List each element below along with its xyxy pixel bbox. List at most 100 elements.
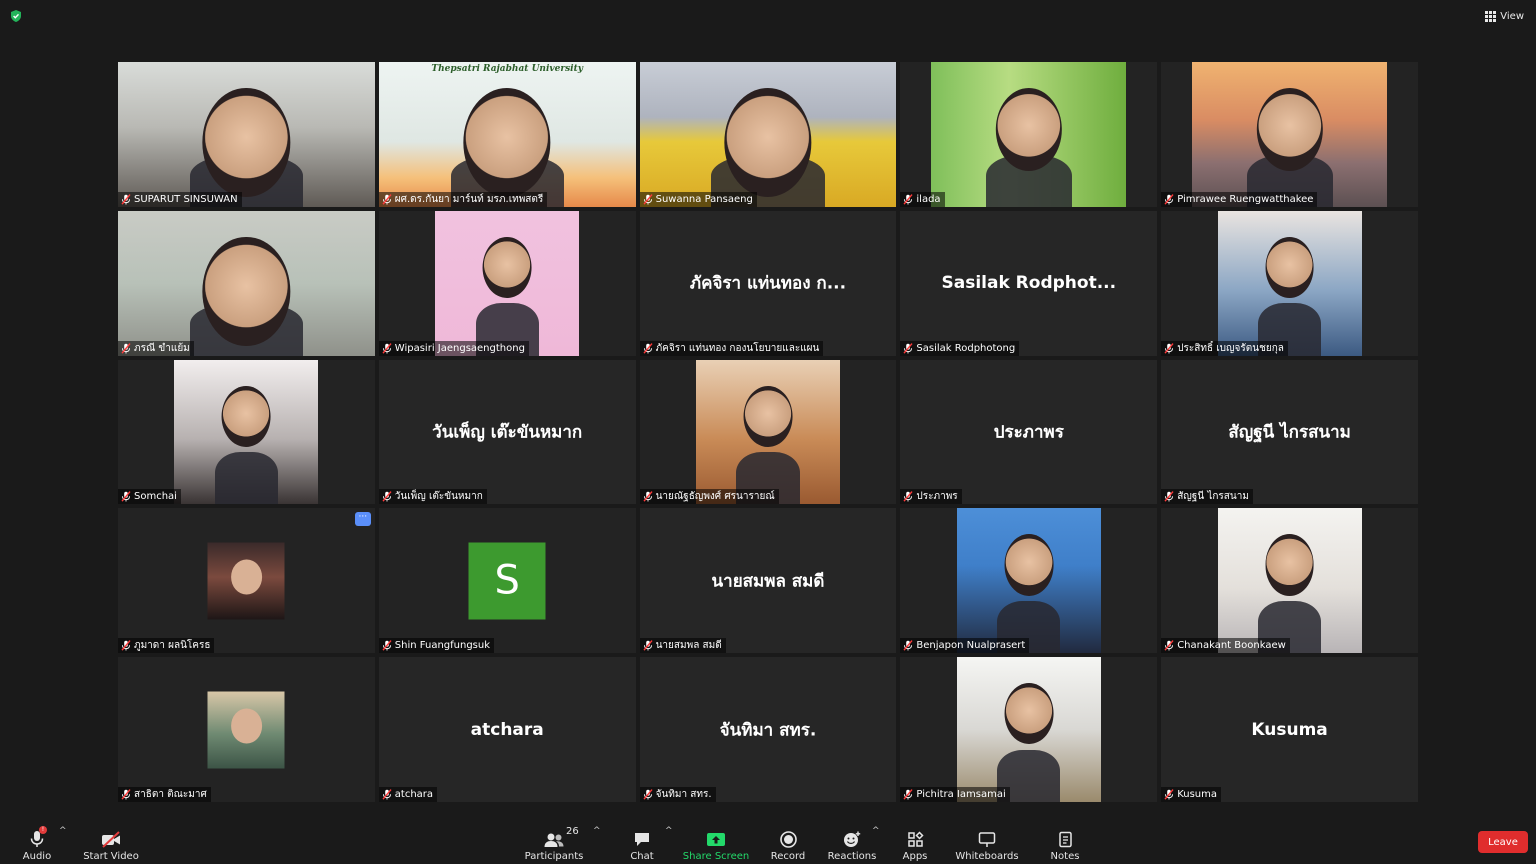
- participant-display-name: Sasilak Rodphot...: [941, 273, 1117, 294]
- participant-tile[interactable]: สัญฐนี ไกรสนาม สัญฐนี ไกรสนาม: [1161, 359, 1418, 505]
- muted-mic-icon: [1164, 640, 1174, 651]
- share-screen-button[interactable]: Share Screen: [683, 824, 749, 862]
- participant-display-name: จันทิมา สทร.: [719, 720, 817, 741]
- profile-face: [230, 708, 262, 744]
- muted-mic-icon: [643, 640, 653, 651]
- reactions-button[interactable]: Reactions: [828, 824, 876, 862]
- participant-tile[interactable]: ภรณี ขำแย้ม: [118, 210, 375, 356]
- participant-tile[interactable]: Pichitra Iamsamai: [900, 657, 1158, 802]
- participant-name-tag: SUPARUT SINSUWAN: [118, 191, 242, 207]
- tile-more-options-button[interactable]: ···: [354, 512, 371, 527]
- whiteboards-label: Whiteboards: [955, 851, 1019, 862]
- apps-button[interactable]: Apps: [900, 824, 930, 862]
- participant-name-tag: นายณัฐธัญพงศ์ ศรนารายณ์: [639, 489, 779, 505]
- participant-video: [956, 508, 1101, 654]
- view-button[interactable]: View: [1483, 8, 1526, 24]
- participant-name: Kusuma: [1177, 789, 1218, 800]
- start-video-label: Start Video: [83, 851, 139, 862]
- person-silhouette-head: [482, 236, 532, 298]
- audio-button[interactable]: ! Audio: [18, 824, 56, 862]
- participant-tile[interactable]: S Shin Fuangfungsuk: [378, 508, 636, 654]
- participant-display-name: วันเพ็ญ เต๊ะขันหมาก: [432, 422, 583, 443]
- chat-options-caret[interactable]: ^: [665, 826, 673, 836]
- participant-tile[interactable]: SUPARUT SINSUWAN: [118, 62, 375, 207]
- participant-name-tag: นายสมพล สมดี: [639, 638, 726, 654]
- person-silhouette-head: [1265, 534, 1315, 596]
- participant-name: สัญฐนี ไกรสนาม: [1177, 491, 1249, 503]
- reactions-smiley-icon: [844, 831, 861, 847]
- person-silhouette-head: [202, 236, 291, 346]
- participant-tile[interactable]: นายสมพล สมดี นายสมพล สมดี: [639, 508, 897, 654]
- person-silhouette-head: [202, 88, 291, 198]
- chat-button[interactable]: Chat: [627, 824, 657, 862]
- participant-tile[interactable]: atchara atchara: [378, 657, 636, 802]
- participant-name: ผศ.ดร.กันยา มาร์นท์ มรภ.เทพสตรี: [394, 193, 544, 205]
- participant-tile[interactable]: Chanakant Boonkaew: [1161, 508, 1418, 654]
- muted-mic-icon: [643, 789, 653, 800]
- muted-mic-icon: [903, 789, 913, 800]
- record-icon: [779, 831, 797, 848]
- participant-name-tag: ภรณี ขำแย้ม: [118, 340, 194, 356]
- participant-tile[interactable]: Wipasiri Jaengsaengthong: [378, 210, 636, 356]
- leave-button[interactable]: Leave: [1478, 831, 1528, 853]
- participant-name: Pichitra Iamsamai: [916, 789, 1006, 800]
- participant-tile[interactable]: สาธิตา ติณะมาศ: [118, 657, 375, 802]
- notes-button[interactable]: Notes: [1050, 824, 1080, 862]
- notes-icon: [1058, 831, 1072, 848]
- audio-options-caret[interactable]: ^: [59, 826, 67, 836]
- muted-mic-icon: [1164, 342, 1174, 354]
- whiteboards-button[interactable]: Whiteboards: [955, 824, 1019, 862]
- participant-name-tag: ประภาพร: [900, 489, 962, 505]
- apps-icon: [907, 831, 924, 847]
- participant-video: [931, 62, 1127, 207]
- participant-tile[interactable]: Suwanna Pansaeng: [639, 62, 897, 207]
- participant-tile[interactable]: นายณัฐธัญพงศ์ ศรนารายณ์: [639, 359, 897, 505]
- profile-picture: [207, 542, 285, 620]
- participant-name: Sasilak Rodphotong: [916, 342, 1016, 354]
- muted-mic-icon: [121, 789, 131, 800]
- muted-mic-icon: [643, 342, 653, 354]
- muted-mic-icon: [121, 193, 131, 205]
- muted-mic-icon: [382, 342, 392, 354]
- university-banner-text: Thepsatri Rajabhat University: [431, 64, 583, 74]
- reactions-options-caret[interactable]: ^: [872, 826, 880, 836]
- participants-options-caret[interactable]: ^: [593, 826, 601, 836]
- gallery-grid: SUPARUT SINSUWAN Thepsatri Rajabhat Unive…: [118, 62, 1418, 802]
- participant-name-tag: Kusuma: [1161, 787, 1222, 802]
- person-silhouette-head: [1004, 534, 1054, 596]
- participant-tile[interactable]: ภัคจิรา แท่นทอง ก... ภัคจิรา แท่นทอง กองน…: [639, 210, 897, 356]
- muted-mic-icon: [643, 193, 653, 205]
- participant-tile[interactable]: Kusuma Kusuma: [1161, 657, 1418, 802]
- participant-name-tag: จันทิมา สทร.: [639, 787, 716, 802]
- participant-name-tag: Sasilak Rodphotong: [900, 340, 1020, 356]
- participant-tile[interactable]: ilada: [900, 62, 1158, 207]
- participant-name-tag: ประสิทธิ์ เบญจรัตนชยกุล: [1161, 340, 1288, 356]
- participant-tile[interactable]: ประภาพร ประภาพร: [900, 359, 1158, 505]
- participant-tile[interactable]: Benjapon Nualprasert: [900, 508, 1158, 654]
- participant-name: Pimrawee Ruengwatthakee: [1177, 193, 1314, 205]
- apps-label: Apps: [902, 851, 928, 862]
- participant-tile[interactable]: ··· ภูมาดา ผลนิโครธ: [118, 508, 375, 654]
- participant-name-tag: สาธิตา ติณะมาศ: [118, 787, 211, 802]
- start-video-button[interactable]: Start Video: [83, 824, 139, 862]
- participant-tile[interactable]: Thepsatri Rajabhat University ผศ.ดร.กันยา…: [378, 62, 636, 207]
- participant-name: Suwanna Pansaeng: [655, 193, 753, 205]
- participants-label: Participants: [524, 851, 584, 862]
- share-screen-icon: [707, 833, 725, 846]
- meeting-toolbar: ! Audio ^ Start Video Participants 26 ^: [0, 820, 1536, 864]
- participant-display-name: atchara: [470, 719, 544, 740]
- person-silhouette-head: [463, 88, 551, 198]
- participant-video: [696, 359, 840, 505]
- encryption-shield-icon[interactable]: [9, 9, 23, 23]
- participant-tile[interactable]: Sasilak Rodphot... Sasilak Rodphotong: [900, 210, 1158, 356]
- participant-name: สาธิตา ติณะมาศ: [134, 789, 207, 800]
- participant-tile[interactable]: Pimrawee Ruengwatthakee: [1161, 62, 1418, 207]
- participant-tile[interactable]: ประสิทธิ์ เบญจรัตนชยกุล: [1161, 210, 1418, 356]
- gallery-grid-icon: [1485, 10, 1497, 22]
- participant-tile[interactable]: Somchai: [118, 359, 375, 505]
- audio-label: Audio: [22, 851, 52, 862]
- person-silhouette-head: [724, 88, 812, 198]
- participant-tile[interactable]: วันเพ็ญ เต๊ะขันหมาก วันเพ็ญ เต๊ะขันหมาก: [378, 359, 636, 505]
- record-button[interactable]: Record: [770, 824, 806, 862]
- participant-tile[interactable]: จันทิมา สทร. จันทิมา สทร.: [639, 657, 897, 802]
